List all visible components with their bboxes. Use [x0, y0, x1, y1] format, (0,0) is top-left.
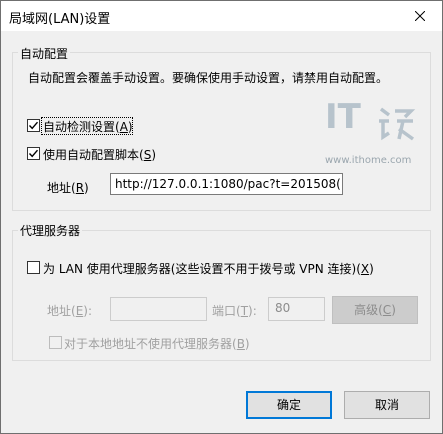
advanced-button[interactable]: 高级(C) [332, 296, 418, 324]
watermark-brand: IT [325, 97, 361, 137]
checkmark-icon [28, 121, 39, 130]
use-proxy-label[interactable]: 为 LAN 使用代理服务器(这些设置不用于拨号或 VPN 连接)(X) [43, 260, 374, 277]
lan-settings-dialog: 局域网(LAN)设置 自动配置 自动配置会覆盖手动设置。要确保使用手动设置，请禁… [0, 0, 443, 434]
checkmark-icon [28, 149, 39, 158]
proxy-address-label: 地址(E): [47, 304, 93, 318]
title-bar: 局域网(LAN)设置 [1, 1, 442, 31]
proxy-port-input[interactable]: 80 [268, 297, 325, 321]
use-script-checkbox[interactable] [27, 147, 40, 160]
proxy-address-input[interactable] [110, 297, 207, 321]
proxy-port-label: 端口(T): [212, 304, 257, 318]
auto-config-group-label: 自动配置 [18, 45, 71, 62]
script-address-label: 地址(R) [47, 181, 89, 195]
close-icon [415, 11, 425, 21]
script-address-input[interactable]: http://127.0.0.1:1080/pac?t=201508( [110, 173, 343, 195]
proxy-group-label: 代理服务器 [18, 222, 83, 239]
bypass-local-label[interactable]: 对于本地地址不使用代理服务器(B) [64, 335, 250, 352]
close-button[interactable] [398, 1, 442, 31]
auto-config-description: 自动配置会覆盖手动设置。要确保使用手动设置，请禁用自动配置。 [28, 71, 389, 85]
use-proxy-checkbox[interactable] [27, 261, 40, 274]
ithome-watermark: IT www.ithome.com [319, 97, 431, 181]
use-script-label[interactable]: 使用自动配置脚本(S) [43, 146, 156, 163]
cancel-button[interactable]: 取消 [344, 391, 430, 419]
watermark-logo-icon [379, 107, 416, 141]
ok-button[interactable]: 确定 [246, 391, 332, 419]
auto-detect-label[interactable]: 自动检测设置(A) [43, 118, 133, 135]
auto-detect-checkbox[interactable] [27, 119, 40, 132]
window-title: 局域网(LAN)设置 [9, 12, 111, 27]
bypass-local-checkbox[interactable] [49, 336, 62, 349]
watermark-url: www.ithome.com [325, 155, 412, 166]
